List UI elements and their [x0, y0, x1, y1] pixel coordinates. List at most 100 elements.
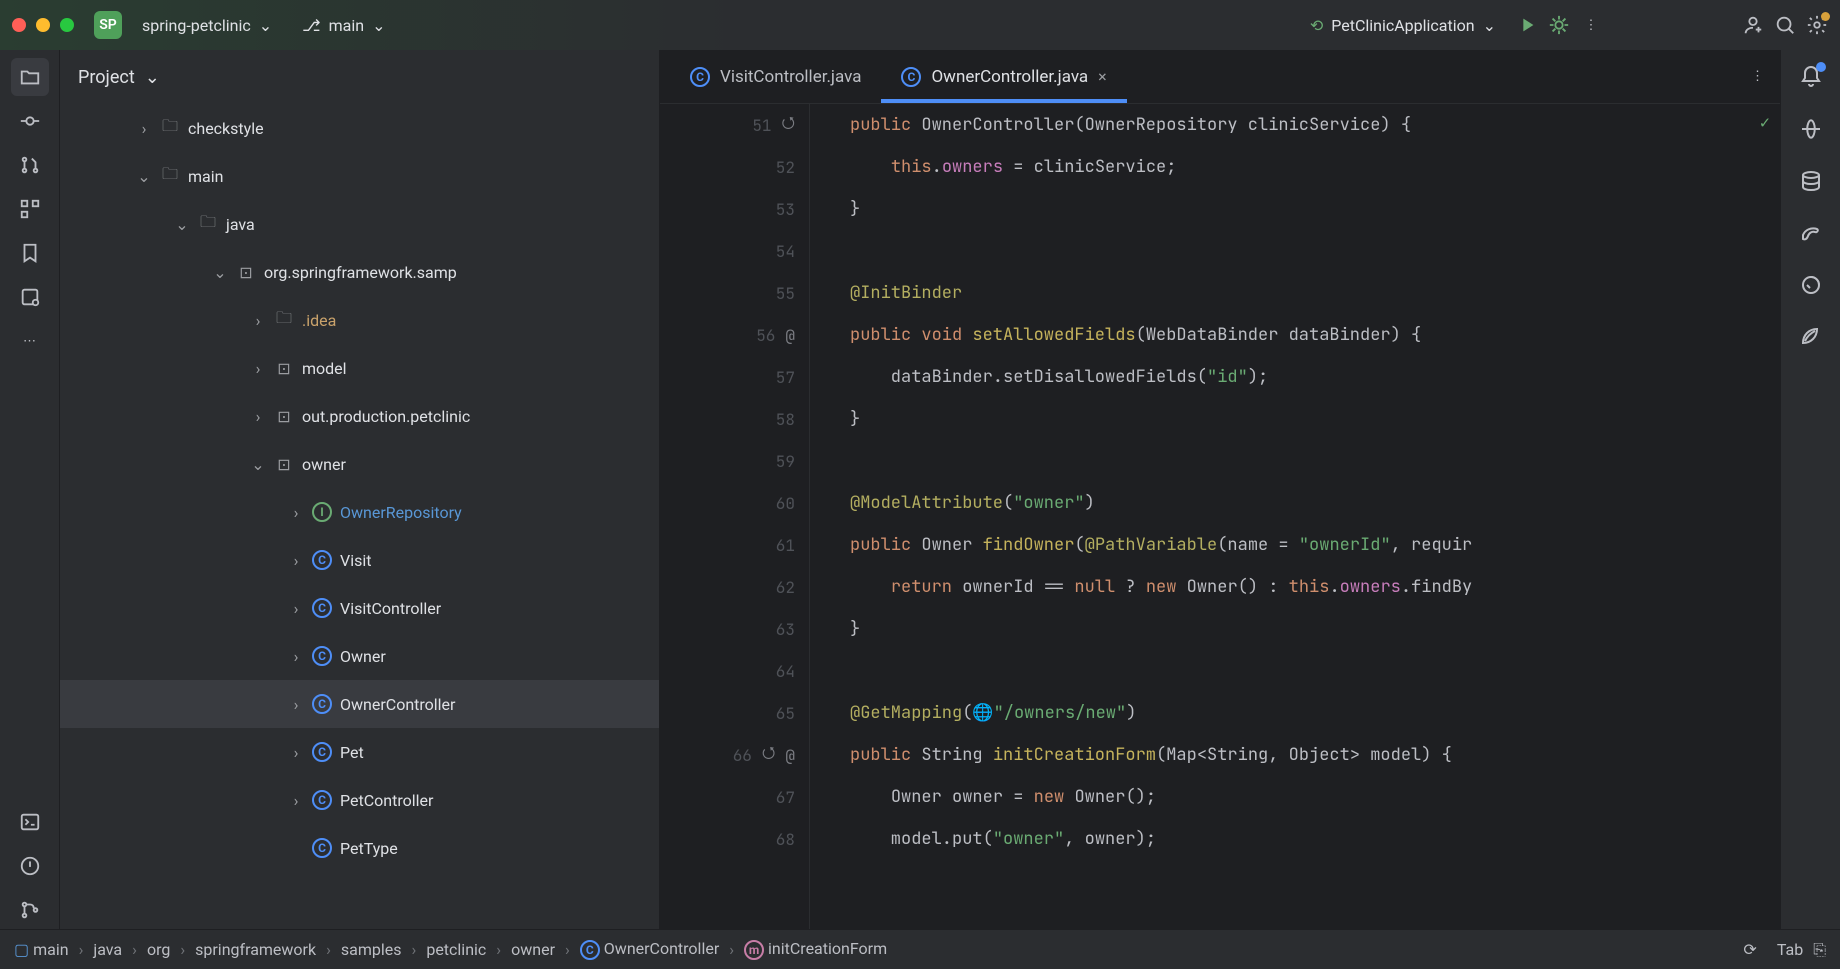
- tree-item-org-springframework-samp[interactable]: ⌄⊡org.springframework.samp: [60, 248, 659, 296]
- tree-item-petcontroller[interactable]: ›CPetController: [60, 776, 659, 824]
- editor-tab[interactable]: COwnerController.java×: [881, 50, 1126, 103]
- gradle-tool-button[interactable]: [1792, 214, 1830, 252]
- gutter-line[interactable]: 65: [660, 692, 809, 734]
- code-editor[interactable]: ✓ public OwnerController(OwnerRepository…: [810, 104, 1780, 929]
- code-line[interactable]: return ownerId == null ? new Owner() : t…: [850, 566, 1780, 608]
- tree-item-pettype[interactable]: CPetType: [60, 824, 659, 872]
- gutter-line[interactable]: 55: [660, 272, 809, 314]
- database-tool-button[interactable]: [1792, 162, 1830, 200]
- inspection-ok-icon[interactable]: ✓: [1760, 112, 1770, 134]
- breadcrumb-item[interactable]: java: [93, 940, 122, 959]
- code-line[interactable]: this.owners = clinicService;: [850, 146, 1780, 188]
- close-tab-icon[interactable]: ×: [1098, 67, 1107, 86]
- gutter-line[interactable]: 63: [660, 608, 809, 650]
- gutter-line[interactable]: 62: [660, 566, 809, 608]
- pull-requests-button[interactable]: [11, 146, 49, 184]
- project-tool-button[interactable]: [11, 58, 49, 96]
- ai-assistant-button[interactable]: [1792, 110, 1830, 148]
- tree-item-ownerrepository[interactable]: ›IOwnerRepository: [60, 488, 659, 536]
- code-line[interactable]: }: [850, 188, 1780, 230]
- code-line[interactable]: }: [850, 398, 1780, 440]
- gutter-line[interactable]: 56@: [660, 314, 809, 356]
- bookmarks-tool-button[interactable]: [11, 234, 49, 272]
- status-indent-icon[interactable]: ⎘: [1813, 940, 1826, 960]
- code-line[interactable]: [850, 440, 1780, 482]
- editor-gutter[interactable]: 51⭯5253545556@57585960616263646566⭯@6768: [660, 104, 810, 929]
- gutter-line[interactable]: 60: [660, 482, 809, 524]
- code-line[interactable]: dataBinder.setDisallowedFields("id");: [850, 356, 1780, 398]
- breadcrumb-item[interactable]: ▢ main: [14, 940, 69, 959]
- project-pane-header[interactable]: Project ⌄: [60, 50, 659, 104]
- breadcrumb-item[interactable]: samples: [341, 940, 402, 959]
- breadcrumb-item[interactable]: owner: [511, 940, 555, 959]
- code-line[interactable]: public String initCreationForm(Map<Strin…: [850, 734, 1780, 776]
- gutter-line[interactable]: 58: [660, 398, 809, 440]
- code-line[interactable]: public void setAllowedFields(WebDataBind…: [850, 314, 1780, 356]
- breadcrumb-item[interactable]: petclinic: [426, 940, 486, 959]
- minimize-window-button[interactable]: [36, 18, 50, 32]
- breadcrumb-item[interactable]: C OwnerController: [580, 939, 719, 960]
- settings-icon[interactable]: [1806, 14, 1828, 36]
- code-line[interactable]: Owner owner = new Owner();: [850, 776, 1780, 818]
- breadcrumbs[interactable]: ▢ main›java›org›springframework›samples›…: [14, 939, 887, 960]
- tree-item-model[interactable]: ›⊡model: [60, 344, 659, 392]
- structure-tool-button[interactable]: [11, 190, 49, 228]
- gutter-line[interactable]: 51⭯: [660, 104, 809, 146]
- code-line[interactable]: [850, 230, 1780, 272]
- project-selector[interactable]: spring-petclinic ⌄: [132, 12, 282, 39]
- terminal-tool-button[interactable]: [11, 803, 49, 841]
- ai-status-icon[interactable]: ⟳: [1743, 940, 1756, 959]
- tree-item-main[interactable]: ⌄🗀main: [60, 152, 659, 200]
- tree-item-visit[interactable]: ›CVisit: [60, 536, 659, 584]
- code-with-me-icon[interactable]: [1742, 14, 1764, 36]
- coverage-tool-button[interactable]: [1792, 266, 1830, 304]
- run-button[interactable]: [1516, 14, 1538, 36]
- maximize-window-button[interactable]: [60, 18, 74, 32]
- debug-button[interactable]: [1548, 14, 1570, 36]
- tree-item-owner[interactable]: ›COwner: [60, 632, 659, 680]
- notifications-button[interactable]: [1792, 58, 1830, 96]
- close-window-button[interactable]: [12, 18, 26, 32]
- breadcrumb-item[interactable]: org: [147, 940, 170, 959]
- tabs-more-button[interactable]: ⋮: [1735, 50, 1780, 103]
- gutter-line[interactable]: 54: [660, 230, 809, 272]
- more-tools-button[interactable]: ⋯: [11, 322, 49, 360]
- gutter-line[interactable]: 53: [660, 188, 809, 230]
- branch-selector[interactable]: ⎇ main ⌄: [292, 12, 395, 39]
- vcs-tool-button[interactable]: [11, 891, 49, 929]
- code-line[interactable]: }: [850, 608, 1780, 650]
- commit-tool-button[interactable]: [11, 102, 49, 140]
- more-menu[interactable]: ⋮: [1580, 14, 1602, 36]
- code-line[interactable]: public Owner findOwner(@PathVariable(nam…: [850, 524, 1780, 566]
- project-tree[interactable]: ›🗀checkstyle⌄🗀main⌄🗀java⌄⊡org.springfram…: [60, 104, 659, 929]
- tree-item-visitcontroller[interactable]: ›CVisitController: [60, 584, 659, 632]
- gutter-line[interactable]: 59: [660, 440, 809, 482]
- problems-tool-button[interactable]: [11, 847, 49, 885]
- editor-tab[interactable]: CVisitController.java: [670, 50, 881, 103]
- spring-tool-button[interactable]: [1792, 318, 1830, 356]
- breadcrumb-item[interactable]: springframework: [195, 940, 316, 959]
- tree-item-java[interactable]: ⌄🗀java: [60, 200, 659, 248]
- code-line[interactable]: @GetMapping(🌐"/owners/new"): [850, 692, 1780, 734]
- tree-item--idea[interactable]: ›🗀.idea: [60, 296, 659, 344]
- tree-item-pet[interactable]: ›CPet: [60, 728, 659, 776]
- code-line[interactable]: @InitBinder: [850, 272, 1780, 314]
- gutter-line[interactable]: 52: [660, 146, 809, 188]
- run-config-selector[interactable]: ⟲ PetClinicApplication ⌄: [1300, 12, 1506, 39]
- code-line[interactable]: model.put("owner", owner);: [850, 818, 1780, 860]
- database-view-button[interactable]: [11, 278, 49, 316]
- breadcrumb-item[interactable]: m initCreationForm: [744, 939, 887, 960]
- tree-item-out-production-petclinic[interactable]: ›⊡out.production.petclinic: [60, 392, 659, 440]
- tree-item-checkstyle[interactable]: ›🗀checkstyle: [60, 104, 659, 152]
- tree-item-ownercontroller[interactable]: ›COwnerController: [60, 680, 659, 728]
- gutter-line[interactable]: 68: [660, 818, 809, 860]
- gutter-line[interactable]: 66⭯@: [660, 734, 809, 776]
- code-line[interactable]: @ModelAttribute("owner"): [850, 482, 1780, 524]
- gutter-line[interactable]: 61: [660, 524, 809, 566]
- search-icon[interactable]: [1774, 14, 1796, 36]
- code-line[interactable]: [850, 650, 1780, 692]
- gutter-line[interactable]: 67: [660, 776, 809, 818]
- code-line[interactable]: public OwnerController(OwnerRepository c…: [850, 104, 1780, 146]
- gutter-line[interactable]: 64: [660, 650, 809, 692]
- tree-item-owner[interactable]: ⌄⊡owner: [60, 440, 659, 488]
